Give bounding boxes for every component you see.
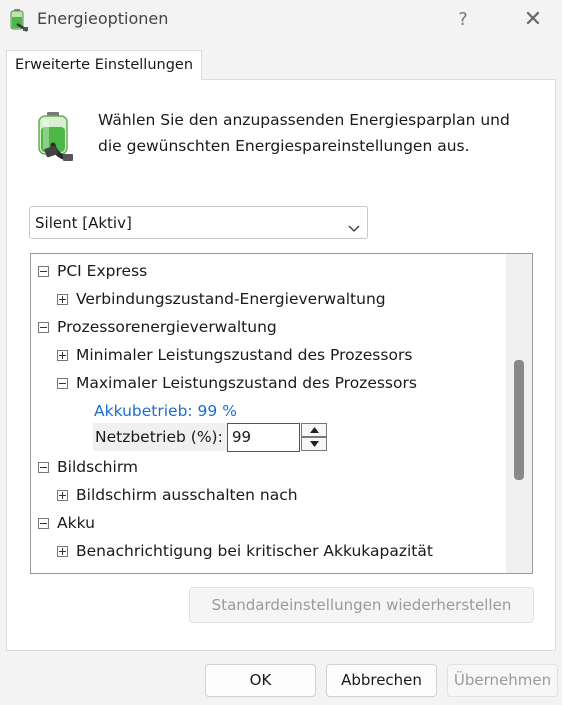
ac-setting-label: Netzbetrieb (%): xyxy=(93,423,227,451)
restore-defaults-button[interactable]: Standardeinstellungen wiederherstellen xyxy=(189,587,534,623)
spin-up-button[interactable] xyxy=(301,423,327,437)
collapse-icon[interactable] xyxy=(38,518,49,529)
help-button[interactable]: ? xyxy=(448,6,478,34)
title-bar: Energieoptionen ? ✕ xyxy=(0,0,562,40)
chevron-down-icon xyxy=(348,218,360,232)
settings-tree[interactable]: PCI Express Verbindungszustand-Energieve… xyxy=(30,253,533,574)
tree-scrollbar[interactable] xyxy=(506,254,532,573)
collapse-icon[interactable] xyxy=(38,266,49,277)
ok-button[interactable]: OK xyxy=(205,664,316,697)
close-button[interactable]: ✕ xyxy=(516,6,550,34)
tab-advanced-settings[interactable]: Erweiterte Einstellungen xyxy=(6,50,203,80)
collapse-icon[interactable] xyxy=(57,378,68,389)
battery-plug-icon xyxy=(8,8,30,32)
triangle-up-icon xyxy=(310,427,319,433)
expand-icon[interactable] xyxy=(57,546,68,557)
window-title: Energieoptionen xyxy=(37,9,169,28)
expand-icon[interactable] xyxy=(57,350,68,361)
triangle-down-icon xyxy=(310,441,319,447)
scroll-thumb[interactable] xyxy=(514,360,524,480)
expand-icon[interactable] xyxy=(57,294,68,305)
ac-percent-input[interactable]: 99 xyxy=(227,423,300,452)
battery-setting-link[interactable]: Akkubetrieb: 99 % xyxy=(94,397,237,425)
spin-down-button[interactable] xyxy=(301,437,327,451)
cancel-button[interactable]: Abbrechen xyxy=(326,664,437,697)
collapse-icon[interactable] xyxy=(38,462,49,473)
collapse-icon[interactable] xyxy=(38,322,49,333)
dropdown-value: Silent [Aktiv] xyxy=(35,214,132,232)
expand-icon[interactable] xyxy=(57,490,68,501)
ac-percent-stepper[interactable] xyxy=(301,423,327,452)
battery-plug-icon xyxy=(33,111,79,163)
description-text: Wählen Sie den anzupassenden Energiespar… xyxy=(98,111,510,155)
apply-button[interactable]: Übernehmen xyxy=(447,664,558,697)
power-plan-dropdown[interactable]: Silent [Aktiv] xyxy=(29,206,368,239)
